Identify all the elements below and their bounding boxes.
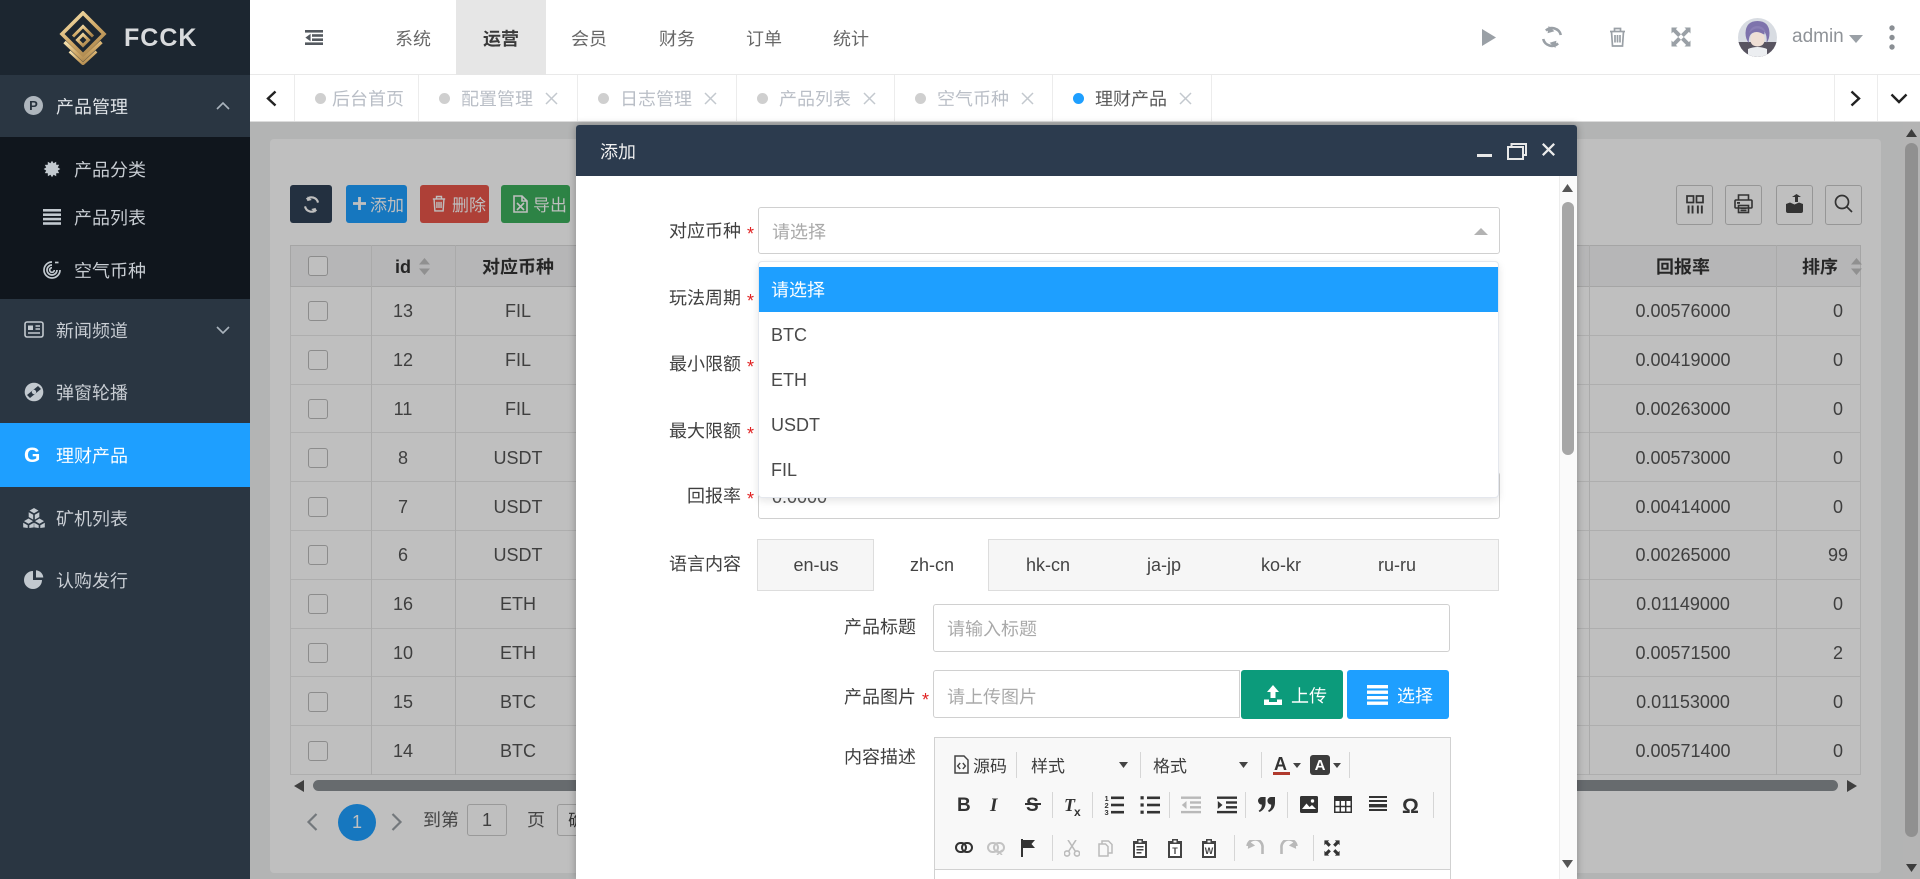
svg-text:W: W	[1205, 846, 1214, 856]
svg-text:T: T	[1172, 846, 1178, 856]
svg-text:3: 3	[1105, 808, 1109, 815]
